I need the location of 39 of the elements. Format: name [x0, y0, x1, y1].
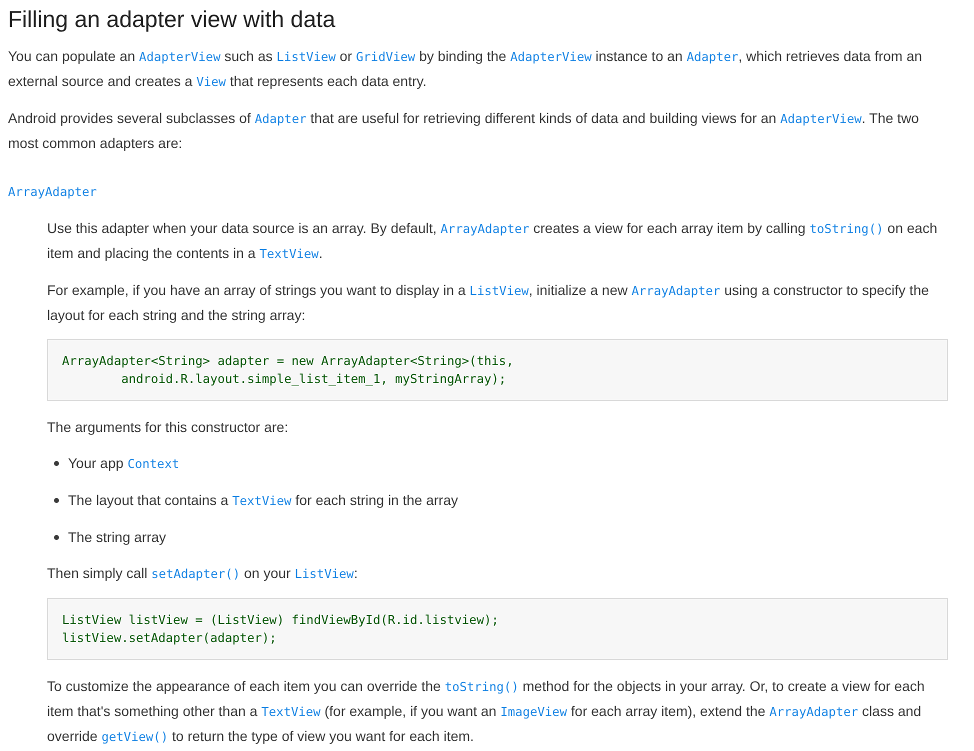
- bullet-icon: [54, 461, 59, 466]
- paragraph: Use this adapter when your data source is an array. By default, ArrayAdapter creates a view for each array item by calling toString() on each item and placing the contents in a TextView.: [47, 219, 938, 263]
- page-title: Filling an adapter view with data: [8, 5, 336, 34]
- code-link[interactable]: Adapter: [686, 50, 738, 64]
- code-link[interactable]: ArrayAdapter: [8, 185, 97, 199]
- code-link[interactable]: ListView: [470, 284, 529, 298]
- code-link[interactable]: AdapterView: [510, 50, 592, 64]
- code-link[interactable]: ArrayAdapter: [632, 284, 720, 298]
- code-link[interactable]: ListView: [276, 50, 336, 64]
- code-link[interactable]: toString(): [809, 222, 884, 236]
- code-link[interactable]: ArrayAdapter: [769, 705, 858, 719]
- list-item: Your app Context: [68, 454, 180, 473]
- code-link[interactable]: ListView: [294, 567, 354, 581]
- paragraph: Android provides several subclasses of Adapter that are useful for retrieving different kinds of data and building views for an AdapterView. The two most common adapters are:: [8, 109, 920, 153]
- code-link[interactable]: Adapter: [254, 112, 307, 126]
- paragraph: For example, if you have an array of strings you want to display in a ListView, initialize a new ArrayAdapter using a constructor to specify the layout for each string and the string array:: [47, 281, 930, 325]
- paragraph: Then simply call setAdapter() on your ListView:: [47, 564, 359, 583]
- bullet-icon: [54, 498, 59, 503]
- code-link[interactable]: TextView: [261, 705, 321, 719]
- code-link[interactable]: setAdapter(): [151, 567, 240, 581]
- code-link[interactable]: ArrayAdapter: [440, 222, 530, 236]
- list-item: The string array: [68, 528, 166, 547]
- code-link[interactable]: getView(): [101, 730, 168, 744]
- code-link[interactable]: toString(): [444, 680, 519, 694]
- code-link[interactable]: Context: [127, 457, 180, 471]
- code-link[interactable]: TextView: [232, 494, 292, 508]
- code-link[interactable]: GridView: [356, 50, 416, 64]
- code-block: ArrayAdapter<String> adapter = new ArrayAdapter<String>(this, android.R.layout.simple_list_item_1, myStringArray);: [47, 339, 948, 401]
- paragraph: You can populate an AdapterView such as ListView or GridView by binding the AdapterView instance to an Adapter, which retrieves data from an external source and creates a View that represents each data entry.: [8, 47, 924, 91]
- code-link[interactable]: AdapterView: [780, 112, 862, 126]
- paragraph: The arguments for this constructor are:: [47, 418, 290, 437]
- paragraph: To customize the appearance of each item you can override the toString() method for the objects in your array. Or, to create a view for each item that's something other than a TextView (for example, if you want an ImageView for each array item), extend the ArrayAdapter class and override getView() to return the type of view you want for each item.: [47, 677, 926, 746]
- code-link[interactable]: TextView: [259, 247, 319, 261]
- list-item: The layout that contains a TextView for each string in the array: [68, 491, 458, 510]
- code-link[interactable]: AdapterView: [139, 50, 220, 64]
- code-link[interactable]: View: [196, 75, 226, 89]
- bullet-icon: [54, 534, 59, 540]
- code-block: ListView listView = (ListView) findViewById(R.id.listview); listView.setAdapter(adapter);: [47, 598, 948, 660]
- code-link[interactable]: ImageView: [500, 705, 567, 719]
